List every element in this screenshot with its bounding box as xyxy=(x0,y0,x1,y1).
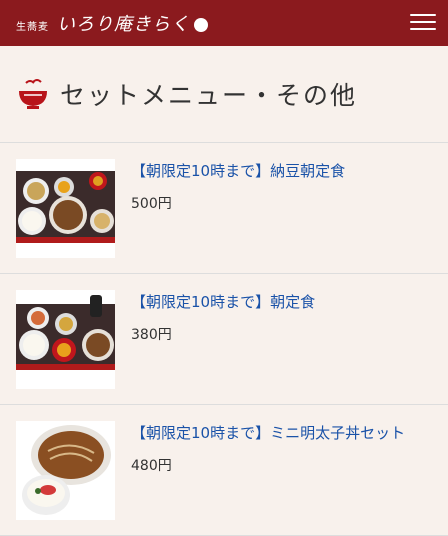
hamburger-menu-icon[interactable] xyxy=(410,9,436,35)
section-title: セットメニュー・その他 xyxy=(60,81,358,110)
logo-subtitle: 生蕎麦 xyxy=(16,22,49,33)
logo-title: いろり庵きらく xyxy=(57,14,190,35)
mentaiko-don-set-image xyxy=(16,421,115,520)
menu-item-title[interactable]: 【朝限定10時まで】朝定食 xyxy=(131,291,315,312)
breakfast-set-image xyxy=(16,290,115,389)
menu-item[interactable]: 【朝限定10時まで】ミニ明太子丼セット 480円 xyxy=(0,404,448,535)
menu-item-price: 480円 xyxy=(131,458,172,474)
site-header: 生蕎麦 いろり庵きらく xyxy=(0,0,448,46)
bowl-icon xyxy=(19,79,47,109)
menu-item-title[interactable]: 【朝限定10時まで】納豆朝定食 xyxy=(131,160,345,181)
menu-item[interactable]: 【朝限定10時まで】納豆朝定食 500円 xyxy=(0,142,448,273)
section-heading: セットメニュー・その他 xyxy=(0,46,448,142)
menu-item-price: 380円 xyxy=(131,327,172,343)
natto-breakfast-image xyxy=(16,159,115,258)
menu-item-price: 500円 xyxy=(131,196,172,212)
menu-item-title[interactable]: 【朝限定10時まで】ミニ明太子丼セット xyxy=(131,422,405,443)
logo-mark-icon xyxy=(194,18,208,32)
site-logo[interactable]: 生蕎麦 いろり庵きらく xyxy=(16,10,208,36)
menu-item[interactable]: 【朝限定10時まで】朝定食 380円 xyxy=(0,273,448,404)
